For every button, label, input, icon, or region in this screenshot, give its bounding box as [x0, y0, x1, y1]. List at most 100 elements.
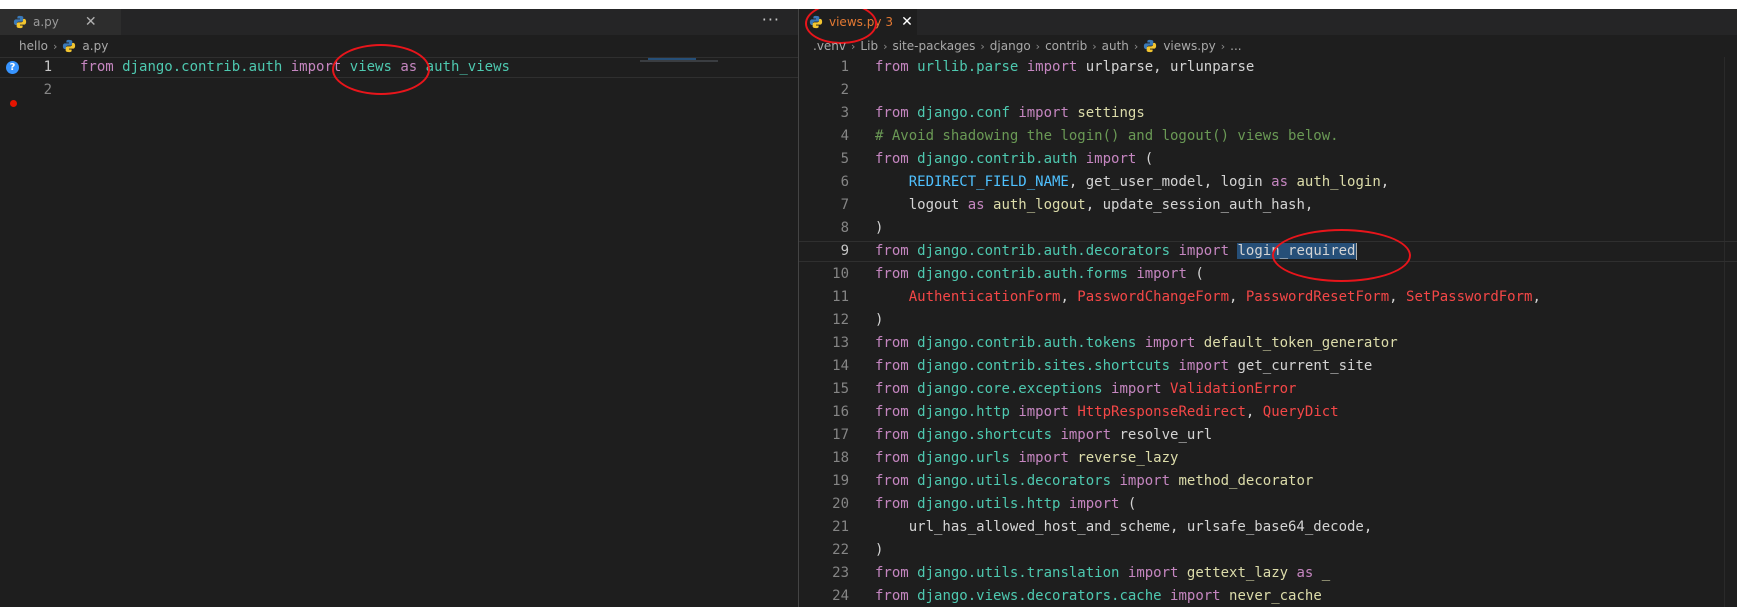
code-line[interactable]: 7 logout as auth_logout, update_session_… — [799, 195, 1737, 216]
line-number: 1 — [840, 59, 849, 75]
line-number: 18 — [832, 450, 849, 466]
code-text: # Avoid shadowing the login() and logout… — [875, 126, 1339, 147]
code-line[interactable]: 16 from django.http import HttpResponseRe… — [799, 402, 1737, 423]
code-line[interactable]: 5 from django.contrib.auth import ( — [799, 149, 1737, 170]
problems-count-badge: 3 — [885, 15, 894, 29]
code-text: from django.urls import reverse_lazy — [875, 448, 1178, 469]
breakpoint-icon[interactable] — [10, 100, 17, 107]
line-number: 24 — [832, 588, 849, 604]
chevron-right-icon: › — [53, 39, 58, 53]
line-number: 11 — [832, 289, 849, 305]
code-token: import — [1144, 335, 1196, 351]
breadcrumb-item[interactable]: Lib — [860, 39, 878, 53]
code-token: ( — [1136, 151, 1154, 167]
tab-a-py[interactable]: a.py ✕ — [0, 9, 121, 35]
breadcrumb-item[interactable]: .venv — [813, 39, 846, 53]
code-token: django.contrib.auth.tokens — [917, 335, 1137, 351]
code-token: from — [875, 404, 909, 420]
code-token: from — [875, 358, 909, 374]
code-token: logout — [875, 197, 968, 213]
breadcrumb-item[interactable]: site-packages — [892, 39, 975, 53]
code-token: SetPasswordForm — [1406, 289, 1533, 305]
code-token: from — [875, 496, 909, 512]
code-token: django.views.decorators.cache — [917, 588, 1162, 604]
code-line[interactable]: 21 url_has_allowed_host_and_scheme, urls… — [799, 517, 1737, 538]
code-token: import — [1136, 266, 1187, 282]
code-line[interactable]: 23 from django.utils.translation import g… — [799, 563, 1737, 584]
more-actions-icon[interactable]: ··· — [762, 9, 780, 35]
code-token: django.utils.translation — [917, 565, 1120, 581]
code-line[interactable]: 4 # Avoid shadowing the login() and logou… — [799, 126, 1737, 147]
code-line[interactable]: 13 from django.contrib.auth.tokens import… — [799, 333, 1737, 354]
code-token: PasswordResetForm — [1245, 289, 1390, 305]
code-token: import — [1060, 427, 1112, 443]
code-line[interactable]: 9 from django.contrib.auth.decorators imp… — [799, 241, 1737, 262]
right-code-editor[interactable]: 1 from urllib.parse import urlparse, urlu… — [799, 57, 1737, 607]
code-token: as — [1271, 174, 1289, 190]
breadcrumb-item[interactable]: ... — [1230, 39, 1241, 53]
code-line[interactable]: 20 from django.utils.http import ( — [799, 494, 1737, 515]
code-token: , — [1229, 289, 1246, 305]
code-line[interactable]: 19 from django.utils.decorators import me… — [799, 471, 1737, 492]
code-line[interactable]: 12) — [799, 310, 1737, 331]
code-token: import — [1018, 105, 1069, 121]
left-code-editor[interactable]: ? 1 from django.contrib.auth import views… — [0, 57, 798, 607]
python-icon — [13, 15, 27, 29]
breadcrumb-item[interactable]: views.py — [1163, 39, 1215, 53]
breadcrumb-item[interactable]: django — [990, 39, 1031, 53]
code-token: auth_logout — [993, 197, 1086, 213]
code-line[interactable]: 6 REDIRECT_FIELD_NAME, get_user_model, l… — [799, 172, 1737, 193]
breadcrumb-file-a-py[interactable]: a.py — [82, 39, 108, 53]
code-token: , get_user_model, login — [1068, 174, 1272, 190]
code-line[interactable]: 14 from django.contrib.sites.shortcuts im… — [799, 356, 1737, 377]
code-text: url_has_allowed_host_and_scheme, urlsafe… — [875, 517, 1373, 538]
code-text: from django.contrib.auth import ( — [875, 149, 1153, 170]
line-number: 3 — [840, 105, 849, 121]
code-text: from django.utils.translation import get… — [875, 563, 1330, 584]
breadcrumb-item[interactable]: auth — [1102, 39, 1129, 53]
code-line[interactable]: 3 from django.conf import settings — [799, 103, 1737, 124]
code-token: import — [1085, 151, 1137, 167]
code-line[interactable]: 22) — [799, 540, 1737, 561]
code-line[interactable]: 2 — [799, 80, 1737, 101]
chevron-right-icon: › — [883, 39, 888, 53]
code-token: from — [875, 473, 909, 489]
python-icon — [63, 39, 76, 53]
code-line[interactable]: 18 from django.urls import reverse_lazy — [799, 448, 1737, 469]
code-text: ) — [875, 540, 883, 561]
code-token: django.urls — [917, 450, 1010, 466]
code-token: ) — [875, 312, 884, 328]
breadcrumb-folder-hello[interactable]: hello — [19, 39, 48, 53]
code-token: from — [875, 427, 909, 443]
close-icon[interactable]: ✕ — [85, 14, 97, 30]
code-line[interactable]: 17 from django.shortcuts import resolve_u… — [799, 425, 1737, 446]
line-number: 21 — [832, 519, 849, 535]
line-number: 5 — [840, 151, 849, 167]
code-token: ( — [1186, 266, 1204, 282]
line-number: 12 — [832, 312, 849, 328]
code-text: ) — [875, 310, 883, 331]
code-text: from urllib.parse import urlparse, urlun… — [875, 57, 1254, 78]
chevron-right-icon: › — [1220, 39, 1226, 53]
code-token: urlparse, urlunparse — [1077, 59, 1255, 75]
code-token: AuthenticationForm — [908, 289, 1061, 305]
code-token: get_current_site — [1229, 358, 1373, 374]
code-line[interactable]: 10 from django.contrib.auth.forms import … — [799, 264, 1737, 285]
code-line[interactable]: 8) — [799, 218, 1737, 239]
code-line[interactable]: 1 from urllib.parse import urlparse, urlu… — [799, 57, 1737, 78]
breadcrumb-item[interactable]: contrib — [1045, 39, 1087, 53]
code-line[interactable]: 24 from django.views.decorators.cache imp… — [799, 586, 1737, 607]
close-icon[interactable]: ✕ — [901, 14, 913, 30]
code-line[interactable]: 15 from django.core.exceptions import Val… — [799, 379, 1737, 400]
code-line[interactable]: 11 AuthenticationForm, PasswordChangeFor… — [799, 287, 1737, 308]
top-edge — [0, 0, 1737, 9]
code-token: ) — [875, 220, 884, 236]
